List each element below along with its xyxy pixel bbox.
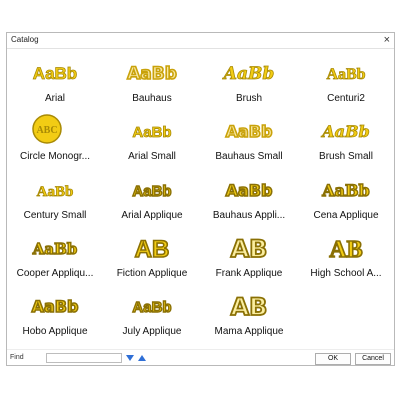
font-item-bauhaus-small[interactable]: AaBb Bauhaus Small — [201, 113, 297, 173]
svg-text:AB: AB — [329, 237, 362, 263]
svg-text:AaBb: AaBb — [226, 181, 273, 200]
font-label: Circle Monogr... — [19, 151, 91, 162]
font-item-cooper-applique[interactable]: AaBb Cooper Appliqu... — [7, 230, 103, 290]
font-label: High School A... — [310, 268, 382, 279]
title-bar: Catalog × — [7, 33, 394, 49]
font-label: Arial Applique — [121, 210, 183, 221]
arrow-up-icon[interactable] — [137, 353, 147, 363]
svg-text:AaBb: AaBb — [222, 64, 274, 84]
svg-text:AaBb: AaBb — [226, 122, 273, 141]
font-label: Mama Applique — [214, 326, 284, 337]
font-label: Century Small — [23, 210, 87, 221]
font-item-high-school-applique[interactable]: AB High School A... — [298, 230, 394, 290]
arrow-down-icon[interactable] — [125, 353, 135, 363]
font-preview-brush-small: AaBb — [320, 122, 370, 142]
svg-text:AaBb: AaBb — [33, 64, 77, 83]
find-label: Find — [10, 354, 24, 361]
font-item-circle-monogram[interactable]: ABC Circle Monogr... — [7, 113, 103, 173]
font-preview-bauhaus-applique: AaBb — [225, 180, 273, 201]
font-item-arial-applique[interactable]: AaBb Arial Applique — [104, 172, 200, 232]
font-preview-arial-applique: AaBb — [132, 182, 173, 200]
font-label: Frank Applique — [215, 268, 283, 279]
font-preview-fiction-applique: AB — [134, 235, 170, 264]
font-item-arial[interactable]: AaBb Arial — [7, 55, 103, 115]
ok-button[interactable]: OK — [315, 353, 351, 365]
font-preview-mama-applique: AB — [230, 292, 269, 322]
font-item-brush-small[interactable]: AaBb Brush Small — [298, 113, 394, 173]
font-preview-hobo-applique: AaBb — [31, 296, 79, 317]
font-item-brush[interactable]: AaBb Brush — [201, 55, 297, 115]
font-label: Bauhaus — [132, 93, 172, 104]
svg-text:AaBb: AaBb — [132, 124, 171, 141]
font-preview-bauhaus: AaBb — [126, 63, 177, 85]
font-label: Bauhaus Small — [215, 151, 283, 162]
font-preview-cooper-applique: AaBb — [31, 239, 78, 258]
svg-text:AB: AB — [231, 235, 268, 263]
svg-text:AaBb: AaBb — [37, 184, 74, 200]
font-item-bauhaus-applique[interactable]: AaBb Bauhaus Appli... — [201, 172, 297, 232]
font-label: Hobo Applique — [22, 326, 88, 337]
font-preview-brush: AaBb — [221, 64, 274, 85]
font-preview-frank-applique: AB — [230, 234, 269, 264]
svg-text:AB: AB — [135, 236, 170, 263]
font-label: Cena Applique — [313, 210, 379, 221]
font-preview-arial: AaBb — [32, 64, 77, 84]
font-preview-cena-applique: AaBb — [321, 180, 371, 200]
catalog-dialog: Catalog × AaBb Arial AaBb Bauhaus AaBb B… — [6, 32, 395, 366]
svg-text:AB: AB — [231, 293, 268, 321]
svg-text:AaBb: AaBb — [320, 122, 370, 141]
svg-text:AaBb: AaBb — [32, 297, 79, 316]
font-item-mama-applique[interactable]: AB Mama Applique — [201, 288, 297, 348]
font-item-fiction-applique[interactable]: AB Fiction Applique — [104, 230, 200, 290]
font-label: Fiction Applique — [116, 268, 188, 279]
svg-text:AaBb: AaBb — [32, 240, 78, 258]
font-label: Arial Small — [128, 151, 176, 162]
close-icon[interactable]: × — [384, 33, 390, 48]
font-preview-july-applique: AaBb — [132, 298, 173, 316]
search-footer: Find OK Cancel — [7, 349, 394, 368]
font-item-frank-applique[interactable]: AB Frank Applique — [201, 230, 297, 290]
find-input[interactable] — [46, 353, 122, 363]
font-preview-centuri2: AaBb — [326, 66, 366, 84]
font-preview-high-school-applique: AB — [329, 236, 364, 264]
svg-text:AaBb: AaBb — [326, 66, 365, 83]
font-item-century-small[interactable]: AaBb Century Small — [7, 172, 103, 232]
font-label: Brush — [235, 93, 263, 104]
font-label: Arial — [44, 93, 65, 104]
font-item-bauhaus[interactable]: AaBb Bauhaus — [104, 55, 200, 115]
svg-text:AaBb: AaBb — [132, 299, 171, 316]
font-label: Brush Small — [319, 151, 373, 162]
font-item-centuri2[interactable]: AaBb Centuri2 — [298, 55, 394, 115]
font-item-hobo-applique[interactable]: AaBb Hobo Applique — [7, 288, 103, 348]
font-preview-arial-small: AaBb — [132, 124, 172, 142]
cancel-button[interactable]: Cancel — [355, 353, 391, 365]
font-item-arial-small[interactable]: AaBb Arial Small — [104, 113, 200, 173]
font-label: Centuri2 — [327, 93, 365, 104]
font-label: Bauhaus Appli... — [212, 210, 286, 221]
font-preview-century-small: AaBb — [36, 184, 74, 201]
font-item-cena-applique[interactable]: AaBb Cena Applique — [298, 172, 394, 232]
font-preview-circle-monogram: ABC — [32, 114, 62, 144]
font-label: July Applique — [122, 326, 182, 337]
font-preview-bauhaus-small: AaBb — [225, 121, 273, 142]
dialog-title: Catalog — [11, 35, 39, 44]
svg-text:AaBb: AaBb — [132, 183, 171, 200]
svg-text:AaBb: AaBb — [127, 64, 177, 84]
svg-text:AaBb: AaBb — [321, 181, 370, 200]
font-item-july-applique[interactable]: AaBb July Applique — [104, 288, 200, 348]
svg-text:ABC: ABC — [36, 125, 57, 136]
font-label: Cooper Appliqu... — [16, 268, 94, 279]
